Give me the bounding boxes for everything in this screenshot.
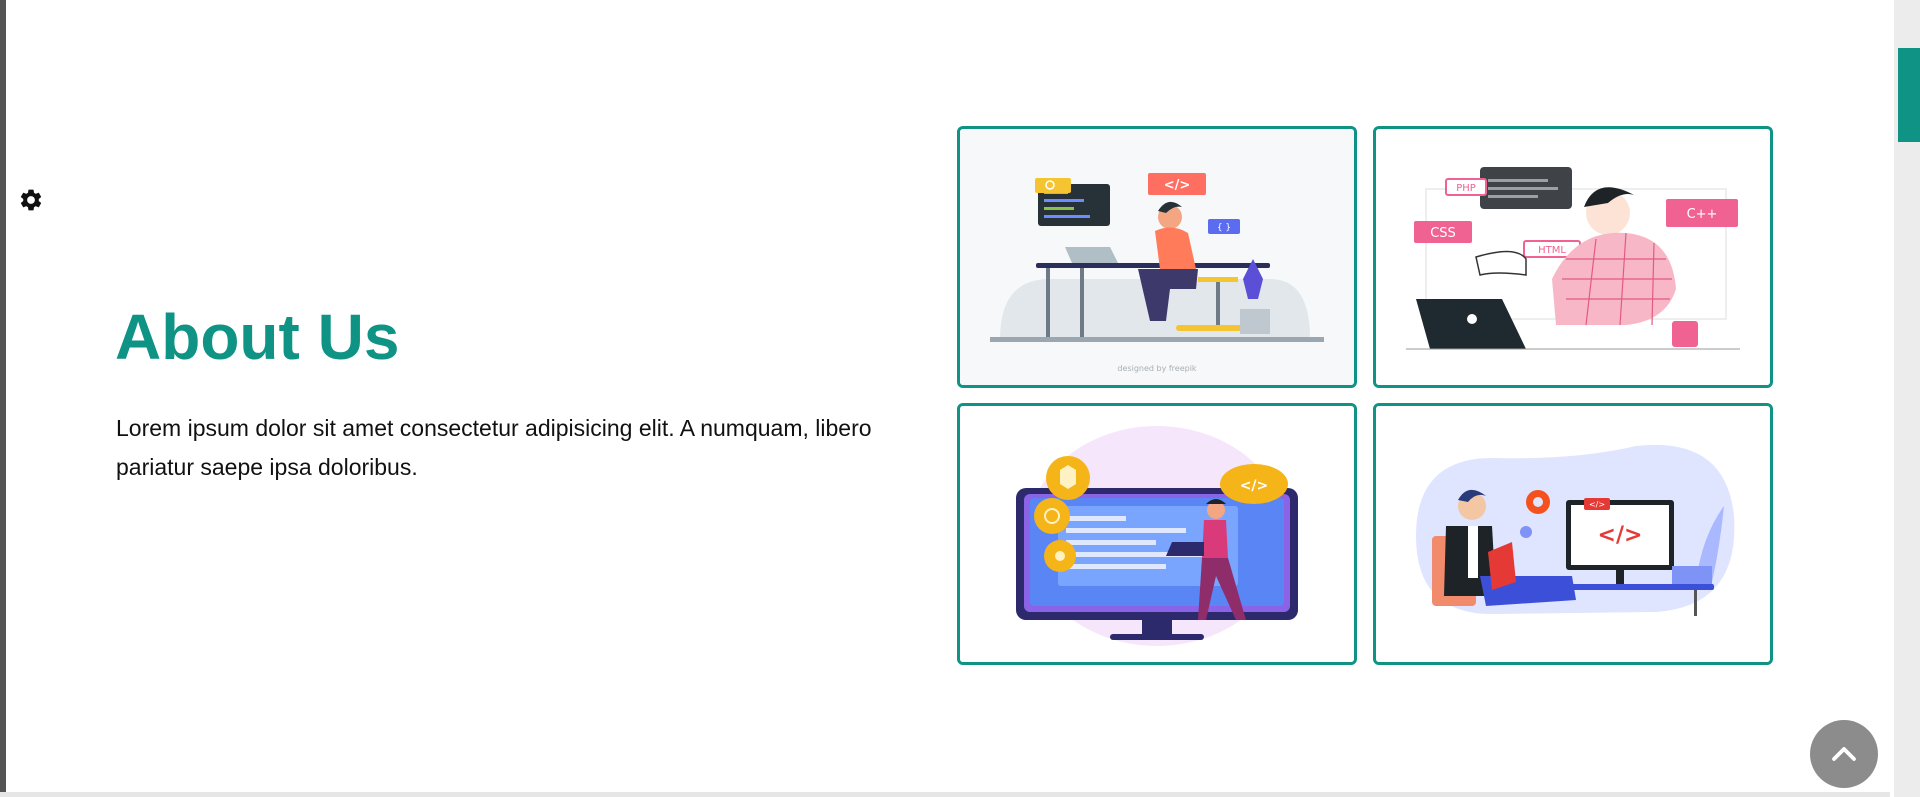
svg-text:</>: </> — [1589, 500, 1605, 509]
svg-text:</>: </> — [1240, 478, 1269, 494]
about-title: About Us — [115, 301, 400, 373]
window-bottom-edge — [0, 792, 1890, 797]
svg-text:</>: </> — [1598, 523, 1643, 548]
svg-text:CSS: CSS — [1430, 226, 1456, 241]
vertical-scrollbar[interactable] — [1894, 0, 1920, 797]
gallery-card-developer-reading[interactable]: </> </> — [1373, 403, 1773, 665]
svg-text:PHP: PHP — [1456, 183, 1476, 194]
gallery-card-developer-monitor[interactable]: </> — [957, 403, 1357, 665]
scrollbar-thumb[interactable] — [1898, 48, 1920, 142]
developer-desk-illustration: </> { } designed by freepik — [960, 129, 1354, 385]
freepik-credit: designed by freepik — [1117, 364, 1197, 373]
gallery-card-developer-desk[interactable]: </> { } designed by freepik — [957, 126, 1357, 388]
svg-text:HTML: HTML — [1538, 245, 1566, 256]
scroll-to-top-button[interactable] — [1810, 720, 1878, 788]
gallery-card-developer-languages[interactable]: PHP CSS C++ HTML — [1373, 126, 1773, 388]
window-left-edge — [0, 0, 6, 797]
svg-text:{ }: { } — [1217, 223, 1231, 233]
about-description: Lorem ipsum dolor sit amet consectetur a… — [116, 415, 872, 480]
svg-text:</>: </> — [1164, 178, 1191, 193]
developer-reading-illustration: </> </> — [1376, 406, 1770, 662]
gear-icon[interactable] — [18, 187, 44, 213]
developer-languages-illustration: PHP CSS C++ HTML — [1376, 129, 1770, 385]
svg-text:C++: C++ — [1687, 207, 1718, 222]
developer-monitor-illustration: </> — [960, 406, 1354, 662]
chevron-up-icon — [1832, 747, 1856, 761]
